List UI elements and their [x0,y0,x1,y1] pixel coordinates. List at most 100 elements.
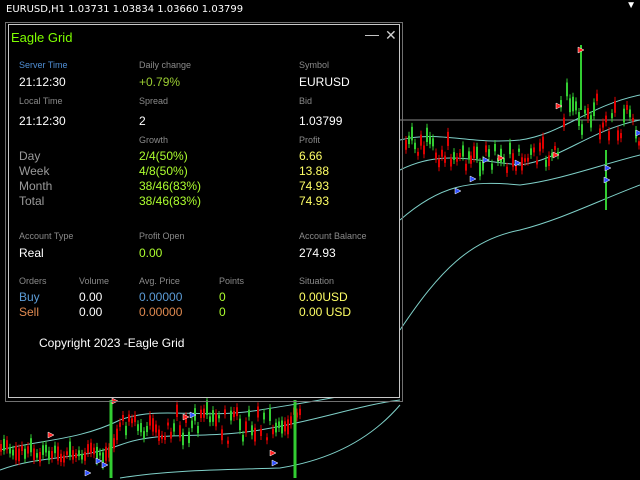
candle-body [470,155,472,164]
candle-body [542,136,544,149]
candle-body [45,444,47,453]
candle-body [33,448,35,460]
server-time-label: Server Time [19,60,68,70]
candle-body [272,428,274,435]
candle-body [476,146,478,159]
candle-body [143,431,145,439]
candle-body [254,427,256,442]
candle-body [287,419,289,435]
candle-body [521,157,523,171]
candle-body [0,443,2,452]
sell-points-value: 0 [219,305,226,319]
growth-week-value: 4/8(50%) [139,164,188,178]
candle-body [290,416,292,425]
buy-situation-value: 0.00USD [299,290,348,304]
growth-total-value: 38/46(83%) [139,194,202,208]
candle-body [590,115,592,128]
candle-body [122,414,124,422]
candle-body [462,145,464,157]
candle-body [509,142,511,155]
minimize-button[interactable]: — [365,26,379,42]
candle-body [420,134,422,146]
candle-body [545,159,547,167]
candle-body [203,408,205,418]
candle-body [221,429,223,441]
sell-volume-value: 0.00 [79,305,103,319]
candle-body [48,450,50,461]
account-balance-value: 274.93 [299,246,336,260]
candle-body [191,420,193,429]
sell-arrow-marker [269,449,277,457]
candle-body [426,127,428,142]
candle-body [632,117,634,122]
candle-body [408,135,410,145]
candle-body [266,437,268,441]
bid-value: 1.03799 [299,114,343,128]
candle-body [66,451,68,455]
candle-body [224,409,226,415]
chart-dropdown-icon[interactable]: ▼ [626,0,636,11]
candle-body [581,124,583,135]
candle-body [161,434,163,440]
avg-price-label: Avg. Price [139,276,180,286]
candle-body [551,153,553,157]
candle-body [242,434,244,442]
candle-body [563,117,565,127]
situation-label: Situation [299,276,335,286]
account-type-value: Real [19,246,44,260]
symbol-value: EURUSD [299,75,350,89]
candle-body [21,445,23,451]
candle-body [263,412,265,420]
candle-body [9,447,11,454]
candle-body [137,424,139,431]
profit-month-value: 74.93 [299,179,330,193]
candle-body [209,416,211,423]
candle-body [30,438,32,453]
candle-body [251,425,253,436]
candle-body [140,423,142,433]
candle-body [405,140,407,150]
buy-arrow-marker [454,187,462,195]
candle-body [131,418,133,424]
buy-arrow-marker [604,164,612,172]
buy-arrow-marker [482,156,490,164]
candle-body [444,155,446,163]
candle-body [119,422,121,427]
buy-arrow-marker [84,469,92,477]
candle-body [506,166,508,173]
candle-body [6,440,8,450]
candle-body [18,448,20,462]
candle-body [215,413,217,427]
sell-avg-price-value: 0.00000 [139,305,183,319]
candle-body [512,153,514,167]
daily-change-value: +0.79% [139,75,181,89]
candle-body [245,421,247,433]
candle-body [435,152,437,159]
candle-body [57,446,59,461]
candle-body [93,447,95,455]
profit-open-label: Profit Open [139,231,185,241]
candle-body [587,108,589,119]
candle-body [81,453,83,460]
profit-day-value: 6.66 [299,149,323,163]
sell-arrow-marker [47,431,55,439]
candle-body [233,411,235,418]
candle-body [281,420,283,434]
candle-body [299,408,301,416]
candle-body [479,162,481,177]
candle-body [275,422,277,433]
candle-body [63,455,65,463]
candle-body [518,148,520,152]
candle-body [539,142,541,152]
candle-body [488,149,490,157]
sell-label: Sell [19,305,40,319]
candle-body [554,146,556,150]
candle-body [39,452,41,463]
candle-body [188,431,190,444]
candle-body [620,133,622,139]
candle-body [468,151,470,160]
candle-body [36,453,38,458]
candle-body [99,452,101,456]
candle-body [128,414,130,422]
close-button[interactable]: ✕ [385,27,397,44]
